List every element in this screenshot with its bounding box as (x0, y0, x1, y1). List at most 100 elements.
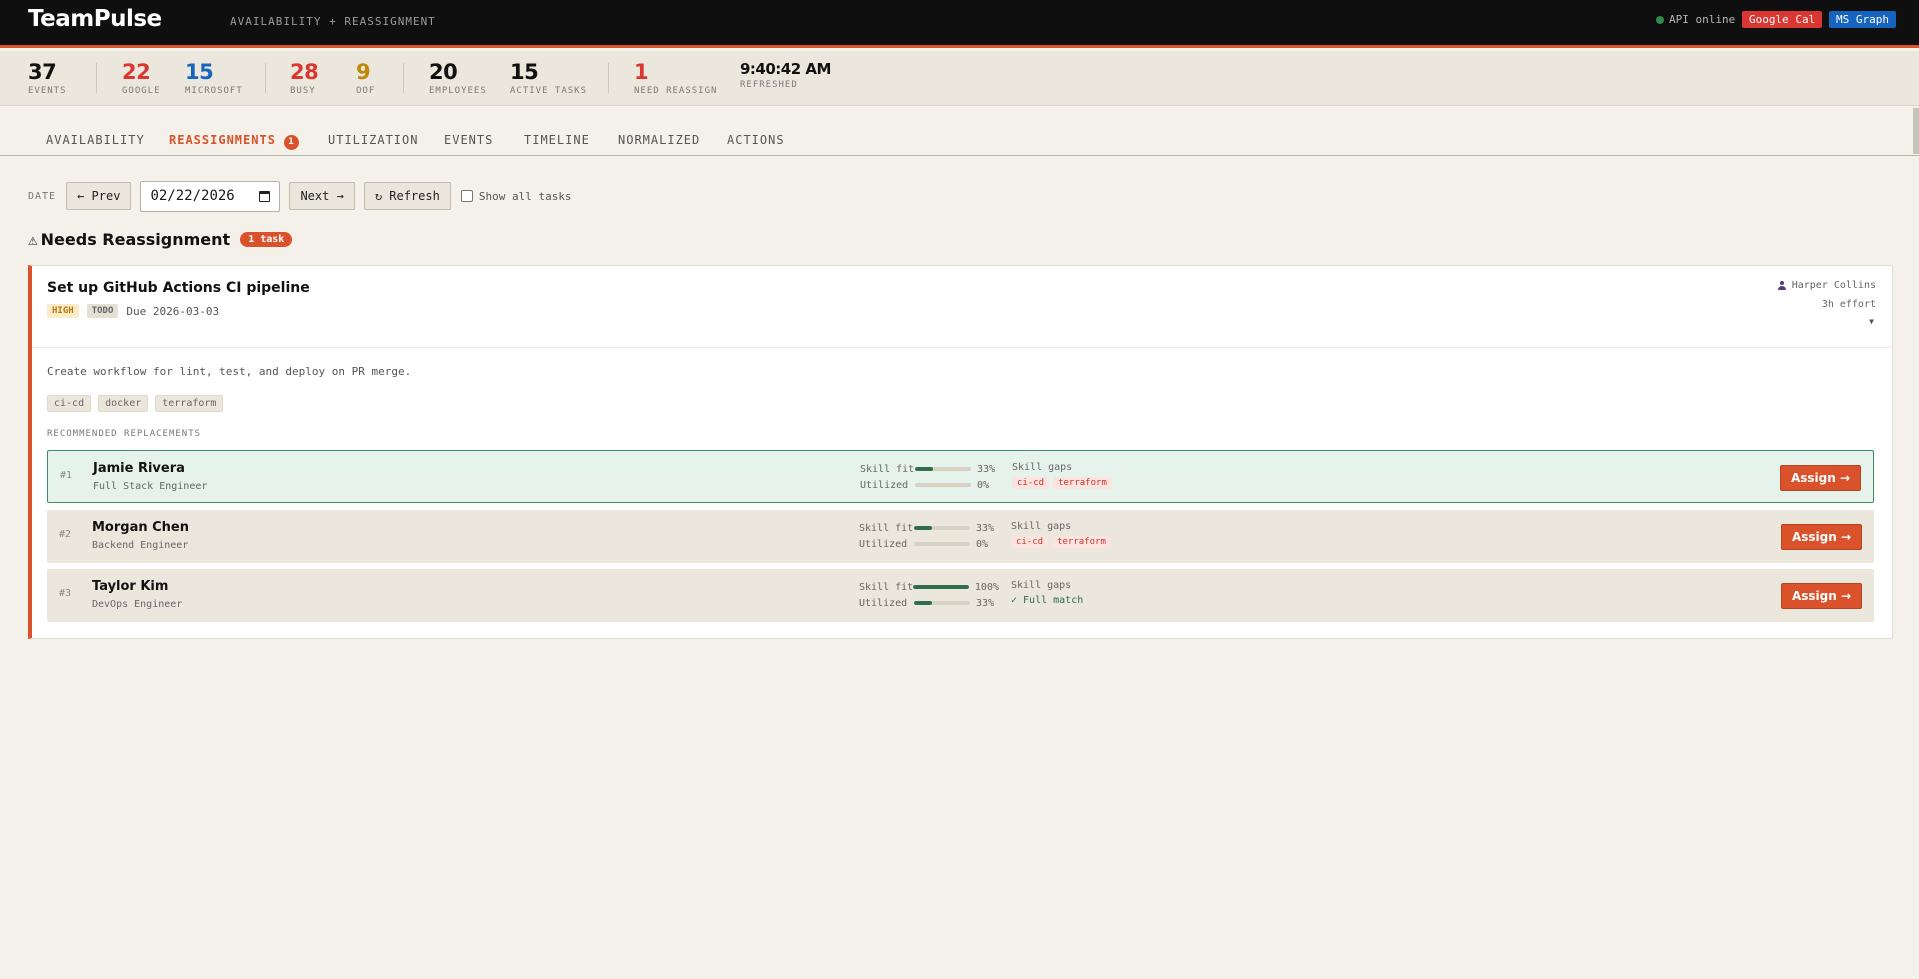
stat-refreshed: 9:40:42 AM REFRESHED (740, 61, 831, 90)
metric-label: Utilized (859, 538, 908, 550)
stat-microsoft: 15 MICROSOFT (185, 61, 243, 96)
skill-fit-bar (913, 585, 969, 589)
assign-button[interactable]: Assign → (1781, 524, 1862, 550)
task-card-header[interactable]: Set up GitHub Actions CI pipeline HIGH T… (32, 266, 1892, 348)
skill-fit-value: 33% (977, 463, 996, 475)
tab-availability[interactable]: AVAILABILITY (46, 133, 145, 147)
stat-busy: 28 BUSY (290, 60, 319, 96)
tab-reassignments[interactable]: REASSIGNMENTS 1 (169, 133, 299, 150)
skill-gap-tags: ci-cd terraform (1011, 536, 1111, 548)
stat-divider (96, 63, 97, 93)
date-input[interactable]: 02/22/2026 (140, 180, 281, 212)
warning-icon: ⚠ (28, 230, 38, 249)
due-date: Due 2026-03-03 (126, 304, 220, 318)
stat-label: MICROSOFT (185, 86, 243, 96)
task-count-badge: 1 task (240, 232, 293, 247)
utilized-bar-fill (914, 601, 933, 605)
full-match-indicator: ✓ Full match (1011, 595, 1084, 606)
stat-value: 37 (28, 60, 57, 84)
skill-fit-value: 100% (974, 581, 999, 593)
tab-timeline[interactable]: TIMELINE (524, 133, 590, 147)
scrollbar-thumb[interactable] (1913, 108, 1919, 154)
ms-graph-button[interactable]: MS Graph (1829, 11, 1896, 28)
metric-label: Utilized (859, 597, 908, 609)
skill-gap-tag: ci-cd (1012, 477, 1050, 489)
stat-value: 9:40:42 AM (740, 60, 831, 78)
stat-events: 37 EVENTS (28, 61, 67, 96)
prev-button[interactable]: ← Prev (66, 182, 132, 210)
calendar-icon[interactable] (259, 190, 271, 202)
skill-tag: ci-cd (47, 395, 92, 412)
api-status: API online (1656, 13, 1735, 26)
stat-value: 15 (185, 60, 214, 84)
candidate-row: #2 Morgan Chen Backend Engineer Skill fi… (47, 510, 1874, 563)
task-description: Create workflow for lint, test, and depl… (47, 365, 412, 378)
metric-label: Skill fit (859, 522, 914, 534)
tab-events[interactable]: EVENTS (444, 133, 493, 147)
stat-divider (265, 63, 266, 93)
skill-fit-bar-fill (915, 467, 934, 471)
skill-gap-tags: ci-cd terraform (1012, 477, 1112, 489)
next-button[interactable]: Next → (289, 182, 355, 210)
candidate-rank: #2 (59, 529, 72, 540)
skill-gaps: Skill gaps ci-cd terraform (1012, 461, 1112, 489)
tab-normalized[interactable]: NORMALIZED (618, 133, 700, 147)
utilized-metric: Utilized 33% (859, 595, 999, 611)
utilized-value: 0% (977, 479, 990, 491)
utilized-metric: Utilized 0% (859, 536, 999, 552)
metric-label: Skill fit (859, 581, 914, 593)
candidate-rank: #3 (59, 588, 72, 599)
date-toolbar: DATE ← Prev 02/22/2026 Next → ↻ Refresh … (28, 180, 572, 212)
status-badge: TODO (86, 304, 119, 318)
skill-fit-metric: Skill fit 33% (860, 461, 1000, 477)
recommendations-label: RECOMMENDED REPLACEMENTS (47, 429, 202, 439)
utilized-value: 33% (976, 597, 995, 609)
stat-label: EVENTS (28, 86, 67, 96)
stat-divider (403, 63, 404, 93)
utilized-bar (914, 601, 970, 605)
tab-actions[interactable]: ACTIONS (727, 133, 785, 147)
candidate-rank: #1 (60, 470, 73, 481)
effort-estimate: 3h effort (1821, 299, 1876, 310)
skill-gaps-title: Skill gaps (1011, 580, 1072, 591)
skill-fit-bar-fill (913, 585, 969, 589)
chevron-down-icon[interactable]: ▼ (1869, 317, 1874, 326)
stat-label: EMPLOYEES (429, 86, 487, 96)
section-header: ⚠ Needs Reassignment 1 task (28, 230, 293, 249)
candidate-role: Full Stack Engineer (93, 481, 208, 492)
stat-label: ACTIVE TASKS (510, 86, 588, 96)
api-status-text: API online (1669, 13, 1736, 26)
stat-google: 22 GOOGLE (122, 61, 161, 96)
skill-fit-bar (915, 467, 971, 471)
stat-value: 9 (356, 60, 371, 84)
skill-gaps-title: Skill gaps (1011, 521, 1072, 532)
assign-button[interactable]: Assign → (1781, 583, 1862, 609)
candidate-row: #1 Jamie Rivera Full Stack Engineer Skil… (47, 450, 1874, 503)
refresh-button[interactable]: ↻ Refresh (363, 182, 451, 210)
stat-active-tasks: 15 ACTIVE TASKS (510, 61, 587, 96)
show-all-label[interactable]: Show all tasks (479, 190, 572, 203)
show-all-checkbox[interactable] (460, 190, 473, 202)
app-subtitle: AVAILABILITY + REASSIGNMENT (230, 15, 436, 28)
priority-badge: HIGH (47, 304, 79, 318)
task-card: Set up GitHub Actions CI pipeline HIGH T… (28, 265, 1893, 639)
stat-value: 28 (290, 60, 319, 84)
candidate-role: Backend Engineer (92, 540, 189, 551)
assign-button[interactable]: Assign → (1780, 465, 1861, 491)
section-title: Needs Reassignment (40, 230, 231, 249)
tab-count-badge: 1 (283, 135, 299, 150)
stat-value: 1 (634, 60, 649, 84)
current-assignee: Harper Collins (1777, 280, 1876, 291)
top-bar: TeamPulse AVAILABILITY + REASSIGNMENT AP… (0, 0, 1919, 48)
skill-gaps: Skill gaps ci-cd terraform (1011, 520, 1111, 548)
date-label: DATE (28, 190, 57, 202)
candidate-metrics: Skill fit 100% Utilized 33% (859, 579, 999, 611)
tab-utilization[interactable]: UTILIZATION (328, 133, 418, 147)
tab-bar: AVAILABILITY REASSIGNMENTS 1 UTILIZATION … (0, 106, 1919, 156)
candidate-metrics: Skill fit 33% Utilized 0% (860, 461, 1000, 493)
google-cal-button[interactable]: Google Cal (1742, 11, 1823, 28)
skill-tag: docker (98, 395, 149, 412)
utilized-metric: Utilized 0% (860, 477, 1000, 493)
stat-label: GOOGLE (122, 86, 161, 96)
skill-gap-tag: terraform (1052, 536, 1111, 548)
